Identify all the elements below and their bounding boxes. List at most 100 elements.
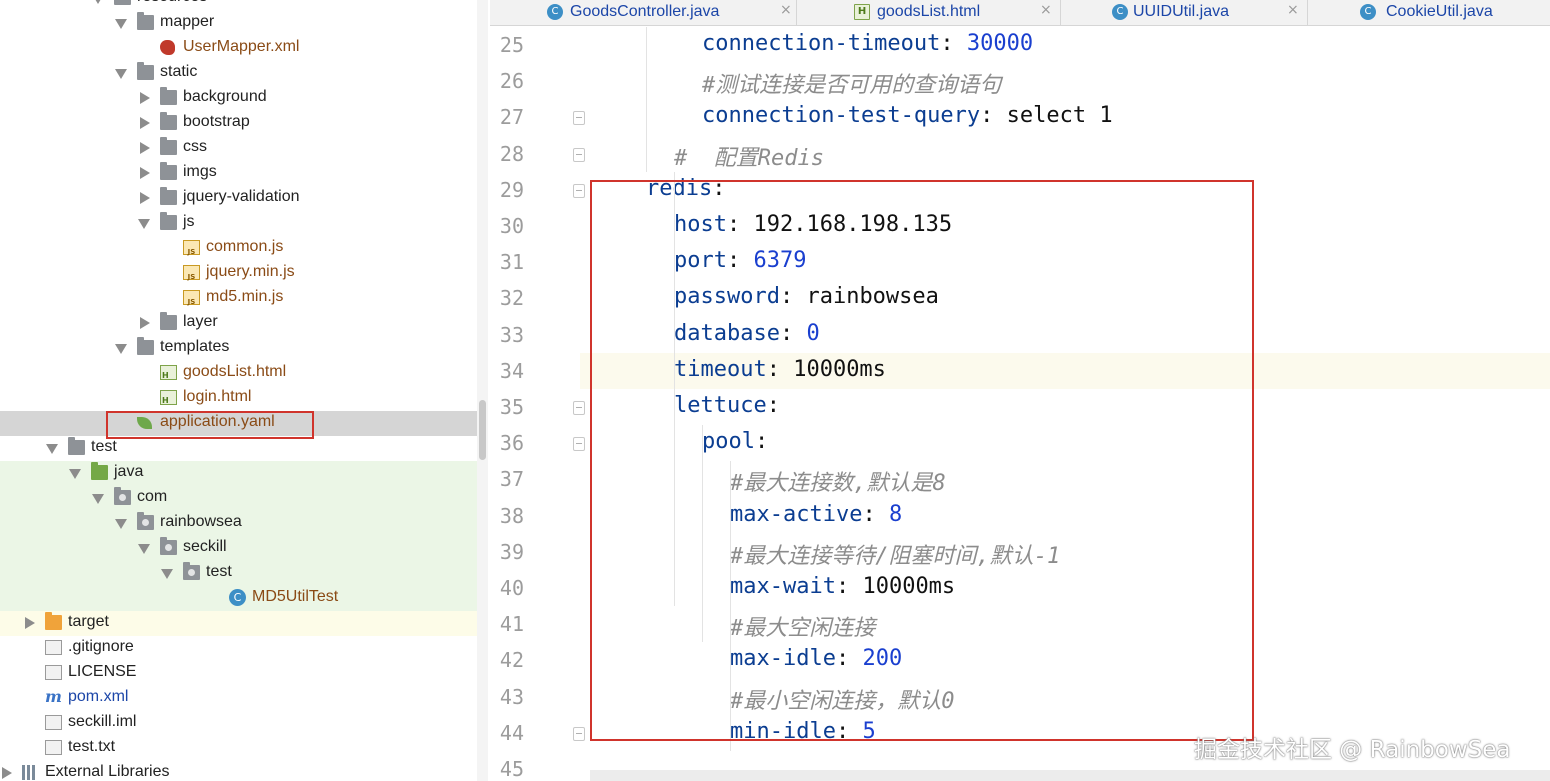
tree-item[interactable]: UserMapper.xml (0, 36, 488, 61)
chevron-down-icon[interactable] (138, 544, 150, 554)
tree-item[interactable]: HgoodsList.html (0, 361, 488, 386)
tree-item[interactable]: jquery-validation (0, 186, 488, 211)
tree-item[interactable]: static (0, 61, 488, 86)
tree-item[interactable]: imgs (0, 161, 488, 186)
folder-icon (137, 337, 154, 355)
application-yaml-annotation-box (106, 411, 314, 439)
chevron-down-icon[interactable] (46, 444, 58, 454)
tree-item-label: js (183, 213, 195, 230)
tree-item-label: background (183, 88, 267, 105)
tree-item-label: static (160, 63, 198, 80)
chevron-right-icon[interactable] (2, 767, 12, 779)
close-icon[interactable]: × (1040, 2, 1052, 18)
tree-item[interactable]: mapper (0, 11, 488, 36)
folder-icon (160, 87, 177, 105)
tree-item[interactable]: js (0, 211, 488, 236)
tree-item[interactable]: JS md5.min.js (0, 286, 488, 311)
tab-label: UUIDUtil.java (1133, 3, 1230, 20)
folder-icon (137, 62, 154, 80)
chevron-right-icon[interactable] (140, 142, 150, 154)
code-line-text: #测试连接是否可用的查询语句 (702, 67, 1001, 99)
folder-icon (114, 0, 131, 5)
tab-cookie-util[interactable]: C CookieUtil.java (1308, 0, 1550, 26)
watermark: 掘金技术社区 @ RainbowSea (1194, 737, 1511, 763)
line-number: 27 (499, 105, 524, 130)
code-line[interactable]: #测试连接是否可用的查询语句 (580, 63, 1550, 99)
horizontal-scrollbar[interactable] (590, 770, 1550, 781)
tree-item[interactable]: layer (0, 311, 488, 336)
tree-item-label: jquery-validation (183, 188, 300, 205)
tab-label: GoodsController.java (570, 3, 720, 20)
line-number: 44 (499, 720, 524, 745)
package-icon (183, 562, 200, 580)
chevron-right-icon[interactable] (25, 617, 35, 629)
tree-item-label: MD5UtilTest (252, 588, 339, 605)
code-line[interactable]: # 配置Redis (580, 136, 1550, 172)
folder-icon (160, 112, 177, 130)
chevron-down-icon[interactable] (115, 19, 127, 29)
chevron-right-icon[interactable] (140, 117, 150, 129)
tree-item[interactable]: .gitignore (0, 636, 488, 661)
tab-goods-list[interactable]: H goodsList.html × (797, 0, 1061, 26)
tab-goods-controller[interactable]: C GoodsController.java × (490, 0, 797, 26)
chevron-right-icon[interactable] (140, 167, 150, 179)
close-icon[interactable]: × (780, 2, 792, 18)
tree-item-label: resources (137, 0, 207, 6)
chevron-right-icon[interactable] (140, 192, 150, 204)
tree-item[interactable]: C MD5UtilTest (0, 586, 488, 611)
package-icon (114, 487, 131, 505)
tree-item-label: test (91, 438, 117, 455)
chevron-down-icon[interactable] (69, 469, 81, 479)
tree-item[interactable]: rainbowsea (0, 511, 488, 536)
tree-item-label: test.txt (68, 738, 116, 755)
tree-item[interactable]: JS jquery.min.js (0, 261, 488, 286)
chevron-right-icon[interactable] (140, 317, 150, 329)
tree-item[interactable]: Hlogin.html (0, 386, 488, 411)
tree-item[interactable]: target (0, 611, 488, 636)
js-file-icon: JS (183, 240, 200, 256)
tree-item[interactable]: java (0, 461, 488, 486)
yaml-key: connection-timeout (702, 31, 941, 56)
tree-scrollbar-thumb[interactable] (479, 400, 486, 460)
chevron-down-icon[interactable] (138, 219, 150, 229)
chevron-down-icon[interactable] (92, 494, 104, 504)
tab-uuid-util[interactable]: C UUIDUtil.java × (1061, 0, 1308, 26)
tree-item-label: bootstrap (183, 113, 250, 130)
tree-item[interactable]: test (0, 436, 488, 461)
redis-config-annotation-box (590, 180, 1254, 741)
line-number: 29 (499, 177, 524, 202)
tree-item[interactable]: LICENSE (0, 661, 488, 686)
tree-item[interactable]: test.txt (0, 736, 488, 761)
tree-scrollbar[interactable] (477, 0, 488, 781)
chevron-down-icon[interactable] (115, 69, 127, 79)
line-number: 41 (499, 612, 524, 637)
js-file-icon: JS (183, 265, 200, 281)
tree-item[interactable]: seckill.iml (0, 711, 488, 736)
tree-item[interactable]: background (0, 86, 488, 111)
tree-item[interactable]: templates (0, 336, 488, 361)
chevron-down-icon[interactable] (161, 569, 173, 579)
line-number-gutter: 25 26 27 28 29 30 31 32 33 34 35 36 37 38 39 40 41 42 43 44… (490, 27, 585, 781)
line-number: 40 (499, 576, 524, 600)
tree-item-label: com (137, 488, 168, 505)
tree-item[interactable]: m pom.xml (0, 686, 488, 711)
tree-item[interactable]: JS common.js (0, 236, 488, 261)
close-icon[interactable]: × (1287, 2, 1299, 18)
line-number: 34 (499, 358, 524, 383)
tree-item-label: External Libraries (45, 763, 170, 780)
tree-item[interactable]: css (0, 136, 488, 161)
tree-item[interactable]: External Libraries (0, 761, 488, 781)
tree-item-label: target (68, 613, 109, 630)
chevron-down-icon[interactable] (115, 519, 127, 529)
code-line[interactable]: connection-timeout: 30000 (580, 27, 1550, 63)
tree-item[interactable]: resources (0, 0, 488, 11)
tree-item[interactable]: bootstrap (0, 111, 488, 136)
tree-item-label: pom.xml (68, 688, 129, 705)
chevron-down-icon[interactable] (92, 0, 104, 4)
code-line[interactable]: connection-test-query: select 1 (580, 99, 1550, 135)
chevron-down-icon[interactable] (115, 344, 127, 354)
chevron-right-icon[interactable] (140, 92, 150, 104)
tree-item[interactable]: com (0, 486, 488, 511)
tree-item[interactable]: seckill (0, 536, 488, 561)
tree-item[interactable]: test (0, 561, 488, 586)
